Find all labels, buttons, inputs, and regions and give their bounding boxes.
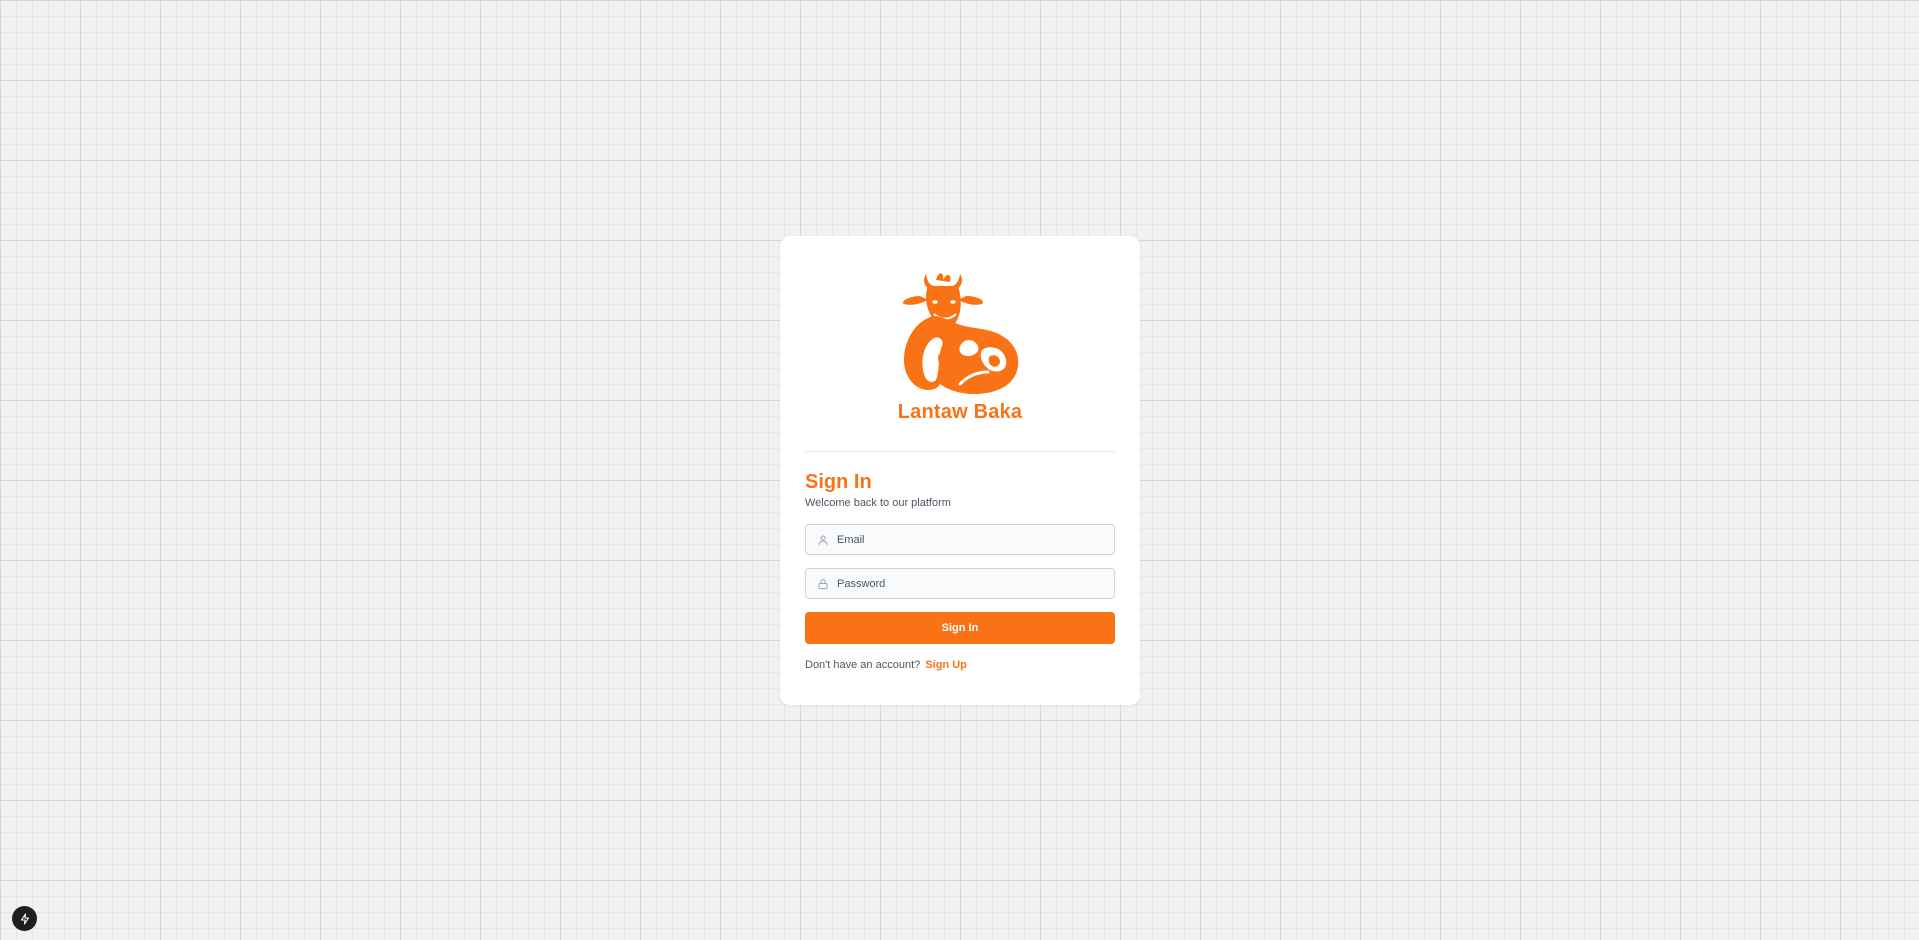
email-field[interactable] <box>805 524 1115 555</box>
page-title: Sign In <box>805 471 872 493</box>
lock-icon <box>816 577 829 590</box>
sign-up-link[interactable]: Sign Up <box>925 659 967 671</box>
password-input[interactable] <box>837 569 1114 598</box>
lightning-bolt-icon <box>20 912 29 925</box>
brand-name: Lantaw Baka <box>897 401 1023 423</box>
cow-logo-icon <box>902 273 1019 394</box>
sign-in-card: Lantaw Baka Sign In Welcome back to our … <box>780 236 1140 705</box>
email-input[interactable] <box>837 525 1114 554</box>
sign-up-prompt-text: Don't have an account? <box>805 659 921 671</box>
password-field[interactable] <box>805 568 1115 599</box>
dev-tools-badge[interactable] <box>12 906 37 931</box>
sign-in-button[interactable]: Sign In <box>805 612 1115 644</box>
sign-up-prompt: Don't have an account? Sign Up <box>805 659 1115 671</box>
page-subtitle: Welcome back to our platform <box>805 497 951 509</box>
header-divider <box>805 451 1115 452</box>
brand-header: Lantaw Baka <box>805 236 1115 424</box>
user-icon <box>816 533 829 546</box>
